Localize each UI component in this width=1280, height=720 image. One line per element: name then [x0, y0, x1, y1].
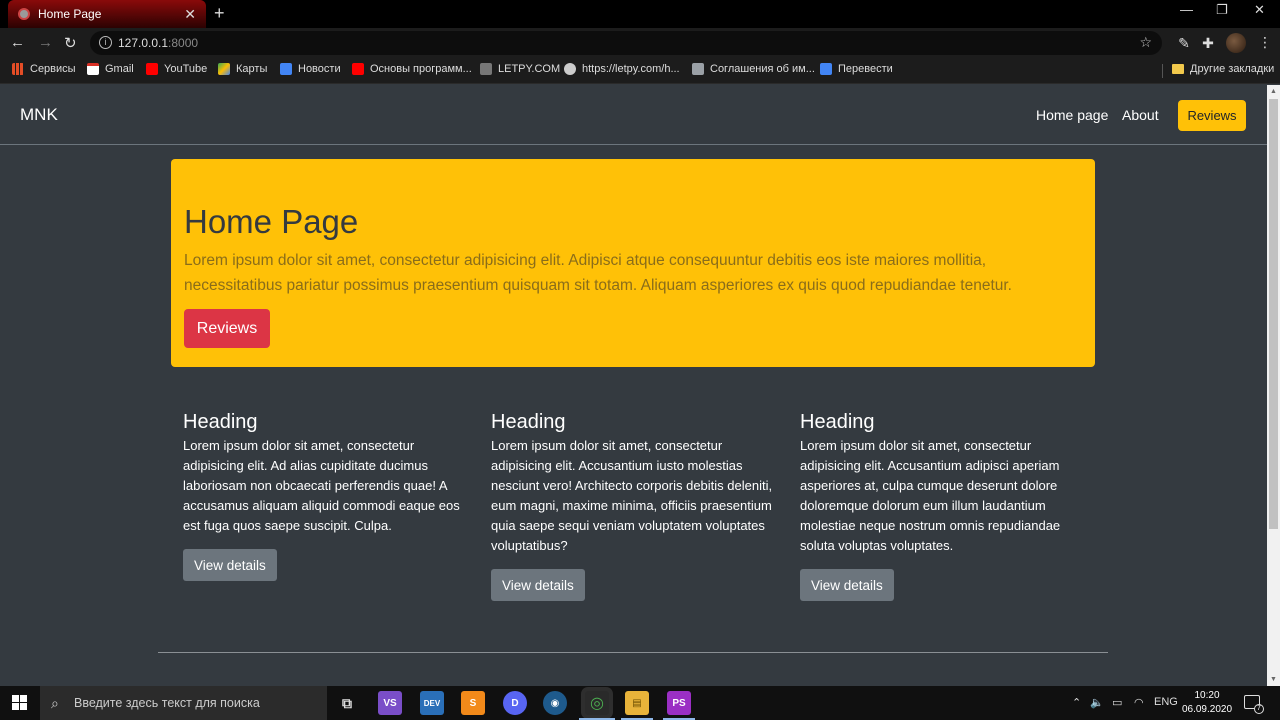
taskbar-clock[interactable]: 10:20 06.09.2020 — [1180, 689, 1234, 717]
other-bookmarks[interactable]: Другие закладки — [1172, 63, 1274, 75]
tab-close-icon[interactable]: ✕ — [184, 6, 196, 23]
file-explorer-icon[interactable]: ▤ — [625, 691, 649, 715]
dev-icon[interactable]: DEV — [420, 691, 444, 715]
bookmark-news[interactable]: Новости — [280, 63, 341, 75]
letpy-icon — [480, 63, 492, 75]
close-window-button[interactable]: ✕ — [1254, 2, 1265, 18]
globe-icon — [564, 63, 576, 75]
discord-icon[interactable]: D — [503, 691, 527, 715]
youtube-icon — [146, 63, 158, 75]
translate-icon — [820, 63, 832, 75]
phpstorm-icon[interactable]: PS — [667, 691, 691, 715]
page-scrollbar[interactable]: ▲ ▼ — [1267, 85, 1280, 686]
search-icon: ⌕ — [51, 695, 59, 711]
bookmark-letpy-url[interactable]: https://letpy.com/h... — [564, 63, 680, 75]
browser-toolbar: ← → ↻ i 127.0.0.1:8000 ☆ ✎ ✚ — [0, 28, 1280, 58]
column-heading: Heading — [183, 411, 258, 433]
reviews-button[interactable]: Reviews — [184, 309, 270, 348]
site-brand[interactable]: MNK — [20, 105, 58, 125]
gmail-icon — [87, 63, 99, 75]
visual-studio-icon[interactable]: VS — [378, 691, 402, 715]
feature-column-1: Heading Lorem ipsum dolor sit amet, cons… — [183, 411, 473, 581]
bookmark-programming-basics[interactable]: Основы программ... — [352, 63, 472, 75]
url-port: :8000 — [168, 36, 199, 50]
bookmark-maps[interactable]: Карты — [218, 63, 267, 75]
apps-grid-icon — [12, 63, 24, 75]
taskbar-search-input[interactable]: ⌕ Введите здесь текст для поиска — [40, 686, 327, 720]
news-icon — [280, 63, 292, 75]
clock-time: 10:20 — [1194, 690, 1220, 701]
feature-column-2: Heading Lorem ipsum dolor sit amet, cons… — [491, 411, 781, 601]
reload-button[interactable]: ↻ — [64, 34, 77, 52]
maximize-button[interactable]: ❐ — [1216, 2, 1228, 18]
scroll-up-icon[interactable]: ▲ — [1270, 88, 1277, 95]
show-hidden-icons-icon[interactable]: ⌃ — [1072, 696, 1081, 709]
feature-column-3: Heading Lorem ipsum dolor sit amet, cons… — [800, 411, 1090, 601]
new-tab-button[interactable]: + — [214, 4, 225, 22]
scrollbar-thumb[interactable] — [1269, 99, 1278, 529]
jumbotron: Home Page Lorem ipsum dolor sit amet, co… — [171, 159, 1095, 367]
bookmark-agreements[interactable]: Соглашения об им... — [692, 63, 815, 75]
doc-icon — [692, 63, 704, 75]
language-indicator[interactable]: ENG — [1154, 696, 1178, 708]
tab-title: Home Page — [38, 7, 102, 21]
extension-icon[interactable]: ✎ — [1176, 35, 1192, 51]
site-info-icon[interactable]: i — [99, 36, 112, 49]
page-title: Home Page — [184, 203, 359, 240]
youtube-icon — [352, 63, 364, 75]
minimize-button[interactable]: — — [1180, 2, 1193, 17]
windows-start-button[interactable] — [12, 695, 28, 711]
notification-count-badge: 7 — [1254, 704, 1264, 714]
battery-icon[interactable]: ▭ — [1112, 696, 1122, 709]
forward-button[interactable]: → — [38, 34, 53, 51]
bookmark-star-icon[interactable]: ☆ — [1139, 34, 1152, 51]
maps-icon — [218, 63, 230, 75]
view-details-button[interactable]: View details — [491, 569, 585, 601]
site-navbar: MNK Home page About Reviews — [0, 85, 1267, 145]
url-host: 127.0.0.1 — [118, 36, 169, 50]
nav-link-home[interactable]: Home page — [1036, 107, 1108, 123]
column-text: Lorem ipsum dolor sit amet, consectetur … — [491, 438, 773, 553]
column-text: Lorem ipsum dolor sit amet, consectetur … — [183, 438, 460, 533]
bookmark-youtube[interactable]: YouTube — [146, 63, 207, 75]
extensions-puzzle-icon[interactable]: ✚ — [1200, 35, 1216, 51]
browser-menu-icon[interactable]: ⋮ — [1258, 34, 1272, 51]
task-view-icon[interactable]: ⧉ — [335, 691, 359, 715]
column-text: Lorem ipsum dolor sit amet, consectetur … — [800, 438, 1061, 553]
bookmark-gmail[interactable]: Gmail — [87, 63, 134, 75]
windows-taskbar: ⌕ Введите здесь текст для поиска ⧉ VS DE… — [0, 686, 1280, 720]
back-button[interactable]: ← — [10, 34, 25, 51]
view-details-button[interactable]: View details — [800, 569, 894, 601]
folder-icon — [1172, 64, 1184, 74]
column-heading: Heading — [800, 411, 875, 433]
web-page: MNK Home page About Reviews Home Page Lo… — [0, 85, 1267, 686]
profile-avatar[interactable] — [1226, 33, 1246, 53]
bookmarks-bar: Сервисы Gmail YouTube Карты Новости Осно… — [0, 58, 1280, 84]
bookmark-services[interactable]: Сервисы — [12, 63, 76, 75]
app-icon[interactable]: ◉ — [543, 691, 567, 715]
bookmark-letpy[interactable]: LETPY.COM — [480, 63, 560, 75]
address-bar[interactable]: i 127.0.0.1:8000 ☆ — [90, 31, 1162, 55]
column-heading: Heading — [491, 411, 566, 433]
browser-tab-home-page[interactable]: Home Page ✕ — [8, 0, 206, 28]
clock-date: 06.09.2020 — [1181, 704, 1233, 715]
nav-link-about[interactable]: About — [1122, 107, 1159, 123]
nav-reviews-button[interactable]: Reviews — [1178, 100, 1246, 131]
search-placeholder: Введите здесь текст для поиска — [74, 696, 260, 710]
tab-favicon-icon — [18, 8, 30, 20]
jumbotron-text: Lorem ipsum dolor sit amet, consectetur … — [184, 252, 1012, 294]
view-details-button[interactable]: View details — [183, 549, 277, 581]
volume-icon[interactable]: 🔈 — [1090, 696, 1104, 709]
browser-tab-strip: Home Page ✕ + — ❐ ✕ — [0, 0, 1280, 28]
divider — [158, 652, 1108, 653]
wifi-icon[interactable]: ◠ — [1134, 696, 1144, 709]
scroll-down-icon[interactable]: ▼ — [1270, 676, 1277, 683]
chrome-icon[interactable]: ◎ — [585, 691, 609, 715]
sublime-text-icon[interactable]: S — [461, 691, 485, 715]
bookmark-translate[interactable]: Перевести — [820, 63, 893, 75]
bookmarks-separator — [1162, 64, 1163, 78]
